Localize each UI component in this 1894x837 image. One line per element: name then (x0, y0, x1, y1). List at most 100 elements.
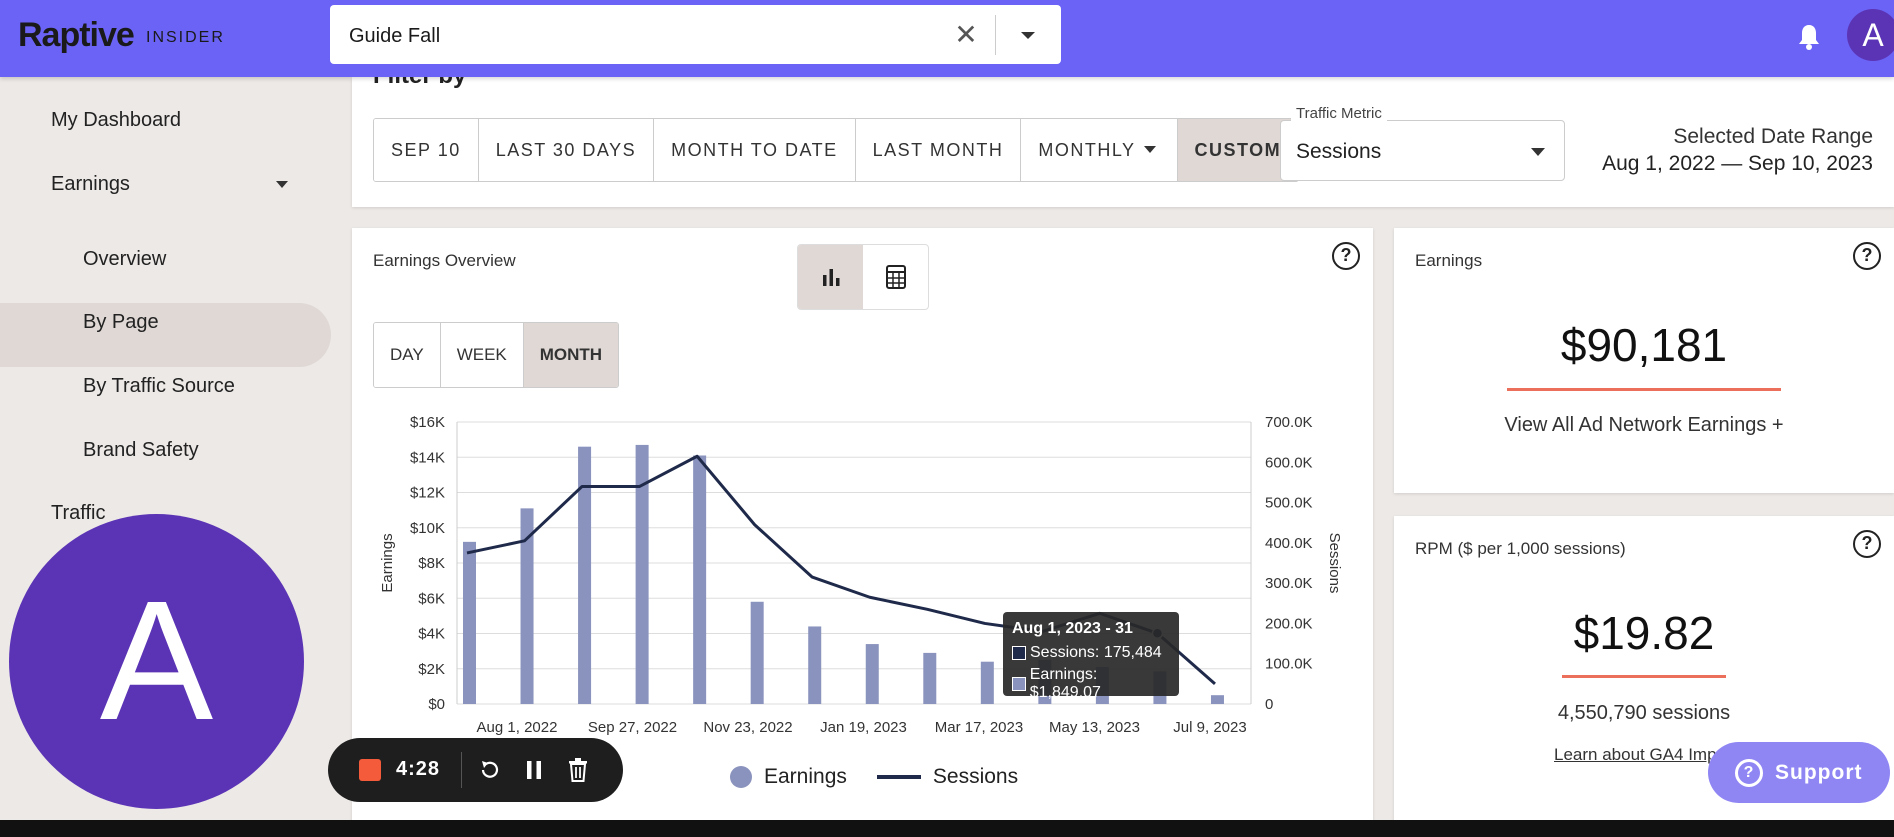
y-tick-label: $16K (410, 414, 445, 431)
traffic-metric-label: Traffic Metric (1291, 105, 1387, 122)
filter-last-30-days-button[interactable]: LAST 30 DAYS (478, 119, 655, 181)
bar-chart-icon[interactable] (798, 245, 863, 309)
y-axis-title: Earnings (379, 533, 396, 592)
earnings-total: $90,181 (1560, 319, 1728, 371)
sidebar-item-overview[interactable]: Overview (83, 248, 166, 271)
legend-sessions-marker (876, 775, 921, 779)
earnings-overview-title: Earnings Overview (373, 251, 516, 270)
support-button[interactable]: ? Support (1708, 742, 1890, 803)
sidebar-active-highlight (0, 303, 331, 367)
earnings-bar (980, 661, 994, 704)
earnings-card-title: Earnings (1415, 251, 1483, 270)
rpm-value: $19.82 (1573, 607, 1715, 659)
sidebar-item-by-page[interactable]: By Page (83, 311, 159, 334)
y-tick-label: $0 (428, 696, 445, 713)
y2-axis-title: Sessions (1326, 533, 1343, 594)
view-toggle (797, 244, 929, 310)
earnings-underline (1507, 388, 1781, 391)
period-buttons: DAY WEEK MONTH (373, 322, 620, 388)
site-select[interactable]: Guide Fall ✕ (330, 5, 1061, 64)
trash-icon[interactable] (566, 757, 590, 783)
x-tick-label: Aug 1, 2022 (477, 719, 558, 736)
earnings-bar (865, 644, 879, 704)
logo[interactable]: Raptive (18, 16, 135, 55)
y2-tick-label: 400.0K (1265, 535, 1313, 552)
filter-monthly-button[interactable]: MONTHLY (1021, 119, 1178, 181)
sidebar-item-by-traffic-source[interactable]: By Traffic Source (83, 375, 235, 398)
earnings-card: Earnings ? $90,181 View All Ad Network E… (1394, 228, 1894, 493)
x-tick-label: Sep 27, 2022 (588, 719, 677, 736)
view-all-earnings-link[interactable]: View All Ad Network Earnings + (1394, 414, 1894, 437)
site-select-value: Guide Fall (349, 25, 441, 47)
rpm-card-title: RPM ($ per 1,000 sessions) (1415, 539, 1626, 558)
period-day-button[interactable]: DAY (374, 323, 441, 387)
sidebar-item-my-dashboard[interactable]: My Dashboard (51, 109, 181, 132)
tooltip-earnings: Earnings: $1,849.07 (1029, 666, 1101, 701)
y-tick-label: $6K (418, 590, 445, 607)
earnings-bar (923, 652, 937, 704)
webcam-avatar: A (9, 514, 304, 809)
bell-icon[interactable] (1796, 22, 1822, 52)
period-month-button[interactable]: MONTH (523, 323, 619, 387)
sidebar-item-earnings[interactable]: Earnings (51, 173, 130, 196)
chevron-down-icon (1531, 148, 1545, 156)
recorder-divider (461, 752, 462, 788)
sidebar-item-brand-safety[interactable]: Brand Safety (83, 439, 199, 462)
y-tick-label: $12K (410, 485, 445, 502)
chart-legend: Earnings Sessions (730, 765, 1018, 789)
filter-last-month-button[interactable]: LAST MONTH (855, 119, 1022, 181)
date-range-label: Selected Date Range (1673, 125, 1873, 148)
legend-sessions[interactable]: Sessions (933, 765, 1018, 789)
help-icon[interactable]: ? (1332, 242, 1360, 270)
earnings-bar (1210, 695, 1224, 704)
tooltip-sessions: Sessions: 175,484 (1030, 644, 1162, 661)
x-tick-label: May 13, 2023 (1049, 719, 1140, 736)
bottom-bar (0, 820, 1894, 837)
stop-icon[interactable] (359, 759, 381, 781)
table-icon[interactable] (863, 245, 928, 309)
chevron-down-icon[interactable] (276, 181, 288, 188)
filter-sep-10-button[interactable]: SEP 10 (374, 119, 479, 181)
earnings-bar (750, 601, 764, 704)
earnings-bar (693, 455, 707, 704)
ga4-learn-link[interactable]: Learn about GA4 Impa (1554, 745, 1726, 765)
traffic-metric-value: Sessions (1296, 140, 1382, 163)
restart-icon[interactable] (478, 758, 502, 782)
traffic-metric-select[interactable]: Sessions (1280, 120, 1565, 181)
filter-month-to-date-button[interactable]: MONTH TO DATE (654, 119, 856, 181)
y2-tick-label: 500.0K (1265, 495, 1313, 512)
clear-icon[interactable]: ✕ (948, 17, 984, 53)
legend-earnings[interactable]: Earnings (764, 765, 847, 789)
help-icon[interactable]: ? (1853, 530, 1881, 558)
y-tick-label: $2K (418, 661, 445, 678)
x-tick-label: Mar 17, 2023 (935, 719, 1023, 736)
select-divider (995, 15, 996, 55)
pause-icon[interactable] (522, 758, 546, 782)
date-range-value: Aug 1, 2022 — Sep 10, 2023 (1602, 152, 1873, 175)
y2-tick-label: 600.0K (1265, 454, 1313, 471)
date-filter-buttons: SEP 10 LAST 30 DAYS MONTH TO DATE LAST M… (373, 118, 1300, 182)
sessions-swatch (1012, 646, 1026, 660)
y-tick-label: $14K (410, 449, 445, 466)
logo-subtitle: INSIDER (146, 29, 225, 46)
y2-tick-label: 700.0K (1265, 414, 1313, 431)
top-bar: Raptive INSIDER Guide Fall ✕ A (0, 0, 1894, 77)
earnings-sessions-chart[interactable]: $0 $2K $4K $6K $8K $10K $12K $14K $16K 0 100.0K 200… (352, 400, 1373, 780)
legend-earnings-marker (730, 766, 752, 788)
rpm-underline (1562, 675, 1726, 678)
y-tick-label: $10K (410, 520, 445, 537)
help-icon[interactable]: ? (1853, 242, 1881, 270)
earnings-bar (808, 626, 822, 704)
help-icon: ? (1735, 758, 1763, 787)
recording-time: 4:28 (396, 758, 441, 780)
y2-tick-label: 200.0K (1265, 615, 1313, 632)
rpm-sessions: 4,550,790 sessions (1557, 702, 1731, 724)
y-tick-label: $4K (418, 626, 445, 643)
period-week-button[interactable]: WEEK (440, 323, 524, 387)
chevron-down-icon[interactable] (1010, 17, 1046, 53)
chevron-down-icon (1143, 146, 1156, 153)
sidebar-item-traffic[interactable]: Traffic (51, 502, 105, 525)
y-tick-label: $8K (418, 555, 445, 572)
avatar[interactable]: A (1847, 9, 1894, 61)
earnings-bar (463, 541, 476, 704)
